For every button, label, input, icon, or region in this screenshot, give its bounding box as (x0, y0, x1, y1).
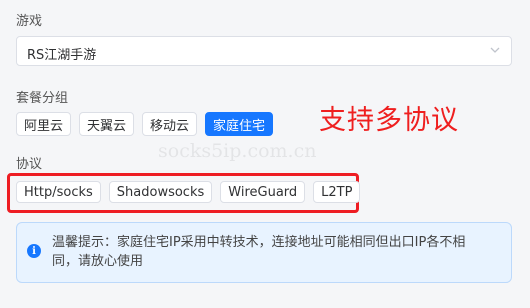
info-icon: i (27, 244, 41, 258)
protocol-tag-l2tp[interactable]: L2TP (313, 181, 361, 203)
notice-line-2: 同，请放心使用 (52, 254, 144, 269)
plan-tag-aliyun[interactable]: 阿里云 (16, 112, 72, 136)
game-label: 游戏 (16, 14, 43, 29)
plan-tag-tianyi[interactable]: 天翼云 (79, 112, 135, 136)
game-select[interactable]: RS江湖手游 (16, 36, 512, 66)
protocol-tag-http-socks[interactable]: Http/socks (16, 181, 101, 203)
protocol-tag-shadowsocks[interactable]: Shadowsocks (108, 181, 213, 203)
plan-group-label: 套餐分组 (16, 91, 69, 106)
plan-tag-yidong[interactable]: 移动云 (142, 112, 198, 136)
game-select-value: RS江湖手游 (27, 48, 97, 63)
protocol-tags: Http/socks Shadowsocks WireGuard L2TP (16, 181, 361, 203)
chevron-down-icon (490, 47, 500, 53)
watermark: socks5ip.com.cn (158, 140, 317, 162)
notice-alert: i 温馨提示：家庭住宅IP采用中转技术，连接地址可能相同但出口IP各不相 同，请… (16, 222, 512, 283)
notice-line-1: 温馨提示：家庭住宅IP采用中转技术，连接地址可能相同但出口IP各不相 (52, 235, 466, 250)
notice-text: 温馨提示：家庭住宅IP采用中转技术，连接地址可能相同但出口IP各不相 同，请放心… (52, 233, 497, 271)
protocol-tag-wireguard[interactable]: WireGuard (220, 181, 306, 203)
plan-tag-home-residential[interactable]: 家庭住宅 (205, 112, 274, 136)
protocol-label: 协议 (16, 157, 43, 172)
plan-group-tags: 阿里云 天翼云 移动云 家庭住宅 (16, 112, 274, 136)
multi-protocol-annotation: 支持多协议 (319, 105, 459, 136)
